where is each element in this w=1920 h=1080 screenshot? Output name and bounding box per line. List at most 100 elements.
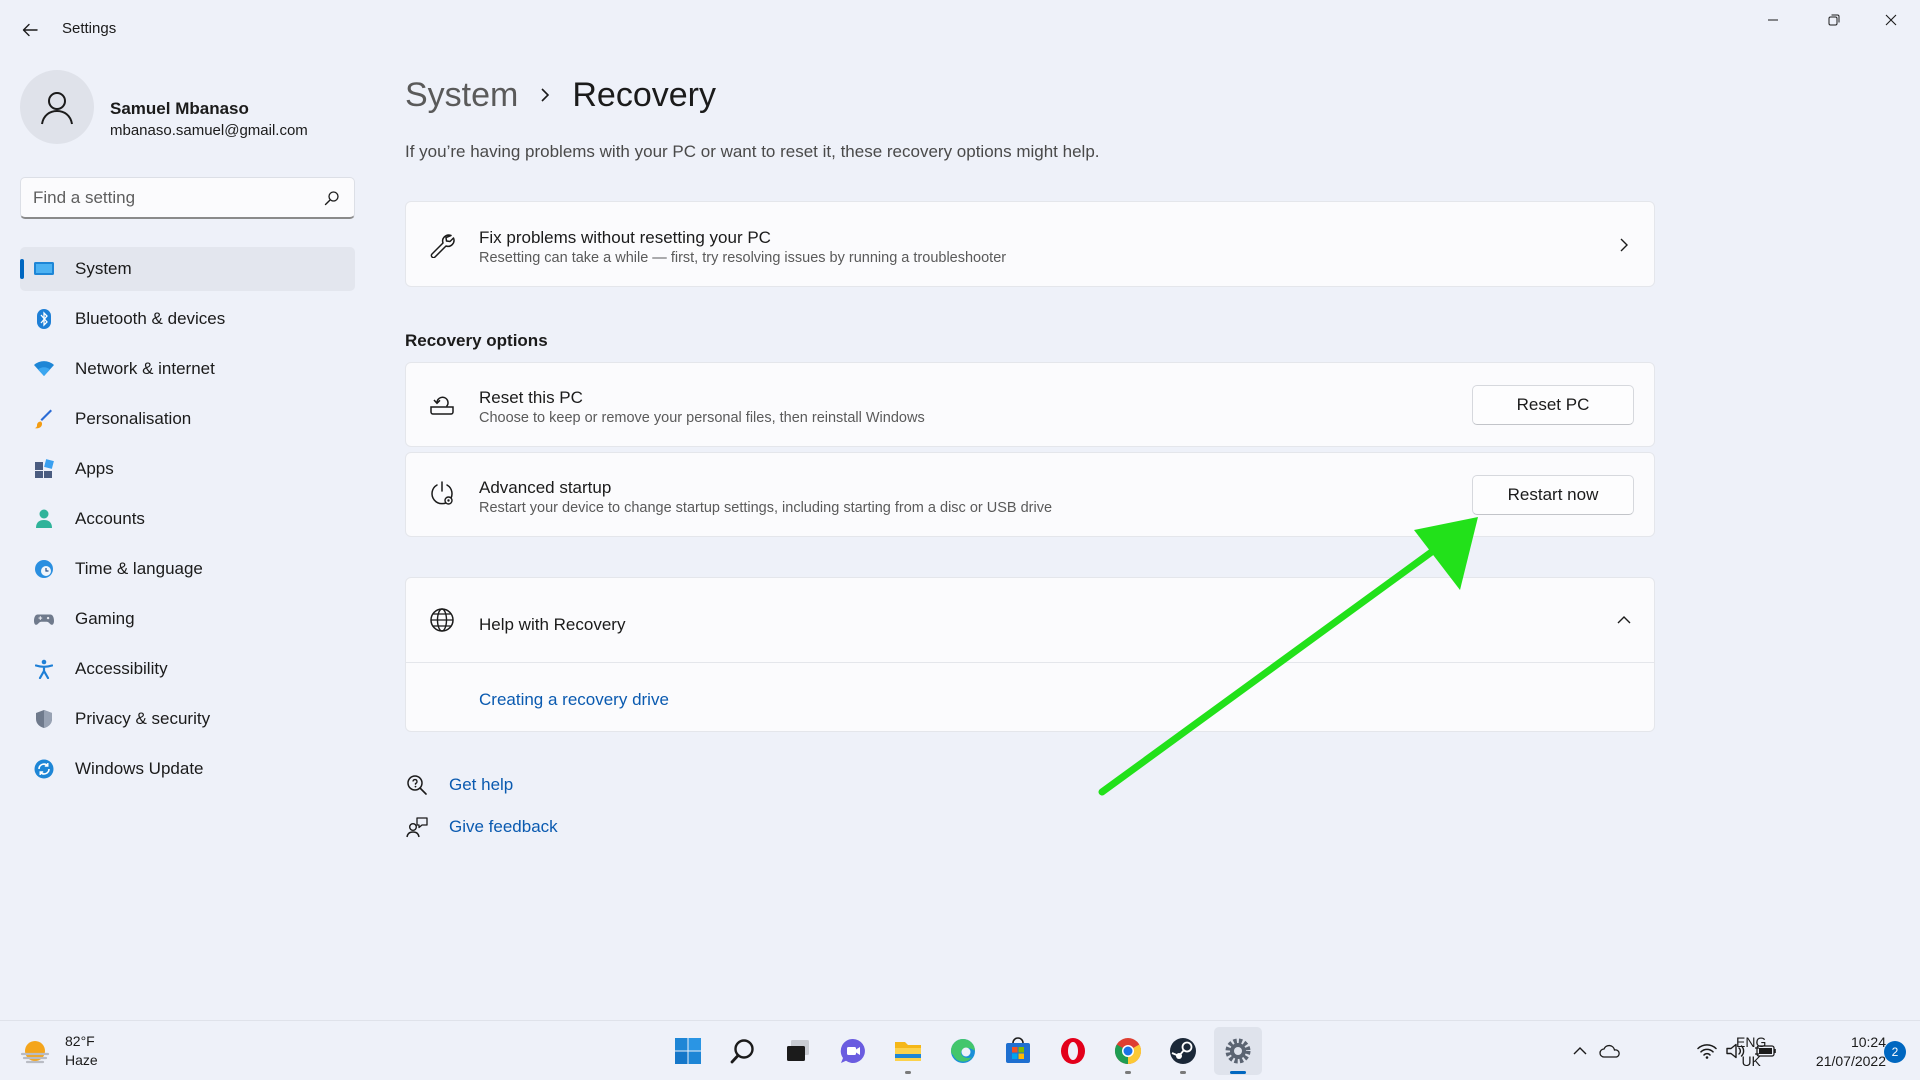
sidebar-item-privacy-security[interactable]: Privacy & security	[20, 697, 355, 741]
haze-weather-icon	[20, 1041, 50, 1064]
chat-button[interactable]	[829, 1027, 877, 1075]
user-icon	[41, 92, 73, 125]
globe-clock-icon	[34, 559, 54, 579]
reset-pc-button[interactable]: Reset PC	[1472, 385, 1634, 425]
back-button[interactable]	[14, 14, 46, 46]
settings-icon	[1225, 1038, 1251, 1064]
reset-pc-description: Choose to keep or remove your personal f…	[479, 410, 925, 426]
close-icon	[1885, 14, 1897, 26]
shield-icon	[34, 709, 54, 729]
breadcrumb: System Recovery	[405, 72, 716, 118]
task-view-icon	[787, 1040, 809, 1061]
chevron-up-icon	[1616, 612, 1632, 628]
user-profile[interactable]: Samuel Mbanaso mbanaso.samuel@gmail.com	[20, 70, 360, 146]
give-feedback-label: Give feedback	[449, 817, 558, 836]
creating-recovery-drive-link[interactable]: Creating a recovery drive	[479, 690, 669, 710]
battery-icon[interactable]	[1754, 1041, 1778, 1061]
opera-button[interactable]	[1049, 1027, 1097, 1075]
system-tray: ENG UK 10:24 21/07/2022 2	[1540, 1021, 1920, 1080]
chevron-right-icon	[1616, 237, 1632, 253]
search-icon[interactable]	[324, 190, 340, 206]
sidebar-nav: System Bluetooth & devices Network & int…	[20, 247, 355, 797]
steam-icon	[1170, 1038, 1196, 1064]
taskbar-apps	[664, 1027, 1269, 1075]
active-indicator	[1230, 1071, 1246, 1074]
date: 21/07/2022	[1815, 1053, 1886, 1069]
settings-search[interactable]	[20, 177, 355, 219]
sidebar-item-time-language[interactable]: Time & language	[20, 547, 355, 591]
wifi-icon	[34, 359, 54, 379]
sidebar-item-label: Apps	[75, 459, 114, 478]
file-explorer-button[interactable]	[884, 1027, 932, 1075]
sidebar-item-label: Windows Update	[75, 759, 204, 778]
advanced-startup-card: Advanced startup Restart your device to …	[405, 452, 1655, 537]
task-view-button[interactable]	[774, 1027, 822, 1075]
sidebar-item-personalisation[interactable]: Personalisation	[20, 397, 355, 441]
reset-pc-card: Reset this PC Choose to keep or remove y…	[405, 362, 1655, 447]
sidebar-item-windows-update[interactable]: Windows Update	[20, 747, 355, 791]
taskbar-search-button[interactable]	[719, 1027, 767, 1075]
sidebar-item-label: Accessibility	[75, 659, 168, 678]
store-button[interactable]	[994, 1027, 1042, 1075]
taskbar: 82°F Haze ENG UK 10:24 21/07/2022 2	[0, 1020, 1920, 1080]
sidebar-item-label: Accounts	[75, 509, 145, 528]
get-help-link[interactable]: Get help	[405, 772, 513, 798]
fix-problems-card[interactable]: Fix problems without resetting your PC R…	[405, 201, 1655, 287]
bluetooth-icon	[34, 309, 54, 329]
volume-icon[interactable]	[1726, 1041, 1746, 1061]
running-indicator	[1180, 1071, 1186, 1074]
recovery-options-heading: Recovery options	[405, 331, 548, 350]
opera-icon	[1061, 1038, 1085, 1064]
sidebar-item-label: Time & language	[75, 559, 203, 578]
sidebar-item-label: Personalisation	[75, 409, 192, 428]
edge-icon	[951, 1039, 975, 1063]
notification-badge[interactable]: 2	[1884, 1041, 1906, 1063]
sidebar-item-accounts[interactable]: Accounts	[20, 497, 355, 541]
give-feedback-link[interactable]: Give feedback	[405, 814, 558, 840]
minimize-button[interactable]	[1745, 4, 1801, 36]
wifi-icon[interactable]	[1697, 1041, 1717, 1061]
chevron-right-icon	[540, 86, 552, 104]
chrome-button[interactable]	[1104, 1027, 1152, 1075]
running-indicator	[1125, 1071, 1131, 1074]
onedrive-icon[interactable]	[1598, 1041, 1622, 1061]
clock[interactable]: 10:24 21/07/2022	[1802, 1033, 1886, 1071]
sidebar-item-bluetooth[interactable]: Bluetooth & devices	[20, 297, 355, 341]
search-input[interactable]	[33, 187, 313, 209]
start-button[interactable]	[664, 1027, 712, 1075]
chevron-up-icon[interactable]	[1570, 1041, 1590, 1061]
help-with-recovery-card: Help with Recovery Creating a recovery d…	[405, 577, 1655, 732]
sidebar-item-label: Network & internet	[75, 359, 215, 378]
steam-button[interactable]	[1159, 1027, 1207, 1075]
sidebar-item-gaming[interactable]: Gaming	[20, 597, 355, 641]
reset-pc-title: Reset this PC	[479, 388, 583, 407]
restore-button[interactable]	[1806, 4, 1862, 36]
help-with-recovery-header[interactable]: Help with Recovery	[406, 578, 1654, 662]
sidebar-item-label: Bluetooth & devices	[75, 309, 226, 328]
brush-icon	[34, 409, 54, 429]
sidebar-item-system[interactable]: System	[20, 247, 355, 291]
divider	[406, 662, 1654, 663]
accessibility-icon	[34, 659, 54, 679]
apps-icon	[34, 459, 54, 479]
fix-problems-description: Resetting can take a while — first, try …	[479, 250, 1007, 266]
profile-email: mbanaso.samuel@gmail.com	[110, 122, 308, 139]
advanced-startup-icon	[428, 480, 456, 508]
file-explorer-icon	[895, 1042, 921, 1061]
search-icon	[730, 1039, 754, 1064]
breadcrumb-parent[interactable]: System	[405, 76, 518, 115]
chrome-icon	[1114, 1038, 1142, 1065]
minimize-icon	[1768, 19, 1778, 21]
sidebar-item-accessibility[interactable]: Accessibility	[20, 647, 355, 691]
page-title: Recovery	[572, 75, 716, 114]
edge-button[interactable]	[939, 1027, 987, 1075]
app-title: Settings	[62, 20, 117, 37]
close-button[interactable]	[1863, 4, 1919, 36]
wrench-icon	[428, 231, 456, 259]
settings-button[interactable]	[1214, 1027, 1262, 1075]
sidebar-item-network[interactable]: Network & internet	[20, 347, 355, 391]
sidebar-item-apps[interactable]: Apps	[20, 447, 355, 491]
sidebar-item-label: Privacy & security	[75, 709, 211, 728]
start-icon	[675, 1038, 701, 1064]
restart-now-button[interactable]: Restart now	[1472, 475, 1634, 515]
